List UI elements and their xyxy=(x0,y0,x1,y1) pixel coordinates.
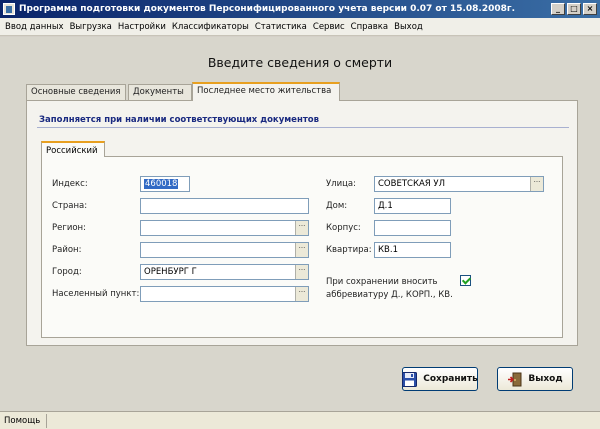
street-label: Улица: xyxy=(326,179,356,189)
apartment-input[interactable]: КВ.1 xyxy=(374,242,451,258)
index-value: 460018 xyxy=(144,179,179,189)
region-select[interactable]: ··· xyxy=(140,220,309,236)
menu-export[interactable]: Выгрузка xyxy=(67,22,115,32)
main-area: Введите сведения о смерти Основные сведе… xyxy=(0,37,600,411)
save-button[interactable]: Сохранить xyxy=(402,367,478,391)
settlement-label: Населенный пункт: xyxy=(52,289,140,299)
exit-button[interactable]: Выход xyxy=(497,367,573,391)
index-label: Индекс: xyxy=(52,179,88,189)
panel-heading: Заполняется при наличии соответствующих … xyxy=(39,115,319,125)
exit-button-label: Выход xyxy=(528,374,563,384)
region-label: Регион: xyxy=(52,223,86,233)
window-title: Программа подготовки документов Персониф… xyxy=(19,4,516,14)
menu-bar: Ввод данных Выгрузка Настройки Классифик… xyxy=(0,18,600,36)
street-value: СОВЕТСКАЯ УЛ xyxy=(378,179,445,189)
settlement-select[interactable]: ··· xyxy=(140,286,309,302)
title-bar: Программа подготовки документов Персониф… xyxy=(0,0,600,18)
status-help: Помощь xyxy=(4,413,48,428)
district-label: Район: xyxy=(52,245,82,255)
ellipsis-icon[interactable]: ··· xyxy=(295,265,308,279)
floppy-disk-icon xyxy=(402,371,418,387)
exit-door-icon xyxy=(507,372,522,387)
menu-classifiers[interactable]: Классификаторы xyxy=(169,22,252,32)
ellipsis-icon[interactable]: ··· xyxy=(295,221,308,235)
menu-settings[interactable]: Настройки xyxy=(115,22,169,32)
subtab-russian[interactable]: Российский xyxy=(41,141,105,157)
residence-panel: Заполняется при наличии соответствующих … xyxy=(26,100,578,346)
close-button[interactable]: × xyxy=(583,3,597,15)
maximize-button[interactable]: □ xyxy=(567,3,581,15)
abbreviation-label-line2: аббревиатуру Д., КОРП., КВ. xyxy=(326,290,453,300)
ellipsis-icon[interactable]: ··· xyxy=(530,177,543,191)
menu-help[interactable]: Справка xyxy=(348,22,391,32)
tab-documents[interactable]: Документы xyxy=(128,84,192,100)
building-input[interactable] xyxy=(374,220,451,236)
menu-service[interactable]: Сервис xyxy=(310,22,348,32)
city-label: Город: xyxy=(52,267,82,277)
address-subpanel: Индекс: 460018 Страна: Регион: ··· Район… xyxy=(41,156,563,338)
heading-divider xyxy=(37,127,569,128)
menu-statistics[interactable]: Статистика xyxy=(252,22,310,32)
country-label: Страна: xyxy=(52,201,88,211)
status-bar: Помощь xyxy=(0,411,600,429)
city-value: ОРЕНБУРГ Г xyxy=(144,267,197,277)
country-input[interactable] xyxy=(140,198,309,214)
ellipsis-icon[interactable]: ··· xyxy=(295,287,308,301)
abbreviation-checkbox[interactable] xyxy=(460,275,471,286)
menu-exit[interactable]: Выход xyxy=(391,22,426,32)
abbreviation-label-line1: При сохранении вносить xyxy=(326,277,438,287)
form-title: Введите сведения о смерти xyxy=(207,55,393,70)
house-label: Дом: xyxy=(326,201,348,211)
street-select[interactable]: СОВЕТСКАЯ УЛ ··· xyxy=(374,176,544,192)
menu-data-entry[interactable]: Ввод данных xyxy=(2,22,67,32)
tab-last-residence[interactable]: Последнее место жительства xyxy=(192,82,340,101)
ellipsis-icon[interactable]: ··· xyxy=(295,243,308,257)
tab-main-info[interactable]: Основные сведения xyxy=(26,84,126,100)
minimize-button[interactable]: _ xyxy=(551,3,565,15)
city-select[interactable]: ОРЕНБУРГ Г ··· xyxy=(140,264,309,280)
app-icon xyxy=(3,3,15,15)
apartment-label: Квартира: xyxy=(326,245,372,255)
building-label: Корпус: xyxy=(326,223,361,233)
district-select[interactable]: ··· xyxy=(140,242,309,258)
index-input[interactable]: 460018 xyxy=(140,176,190,192)
house-input[interactable]: Д.1 xyxy=(374,198,451,214)
save-button-label: Сохранить xyxy=(423,374,478,384)
